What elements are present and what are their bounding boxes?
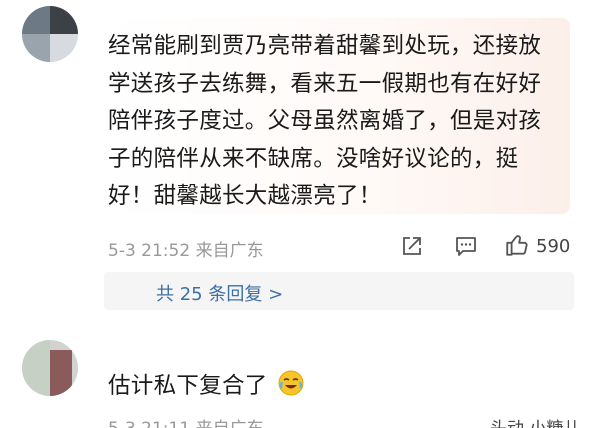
comment-meta: 5-3 21:52 来自广东 — [108, 241, 264, 261]
comment-text: 估计私下复合了 — [108, 373, 268, 399]
comment-text-line: 学送孩子去练舞，看来五一假期也有在好好 — [108, 70, 542, 97]
like-icon[interactable] — [504, 232, 530, 258]
comment-text-line: 好！甜馨越长大越漂亮了！ — [108, 183, 382, 209]
comment-icon[interactable] — [454, 234, 478, 258]
comment-text: 经常能刷到贾乃亮带着甜馨到处玩，还接放 学送孩子去练舞，看来五一假期也有在好好 … — [108, 28, 568, 216]
comment-text-line: 经常能刷到贾乃亮带着甜馨到处玩，还接放 — [108, 33, 542, 59]
crying-laughing-emoji — [278, 370, 304, 396]
avatar[interactable] — [22, 340, 78, 396]
like-count: 590 — [536, 236, 571, 257]
like-count: 头动 小糖儿 — [490, 414, 580, 428]
comment-meta: 5-3 21:11 来自广东 — [108, 414, 264, 428]
view-replies-link[interactable]: 共 25 条回复 > — [156, 280, 283, 306]
comment-text-line: 子的陪伴从来不缺席。没啥好议论的，挺 — [108, 145, 519, 172]
comment-text-line: 陪伴孩子度过。父母虽然离婚了，但是对孩 — [108, 108, 542, 134]
avatar[interactable] — [22, 6, 78, 62]
share-icon[interactable] — [400, 234, 424, 258]
